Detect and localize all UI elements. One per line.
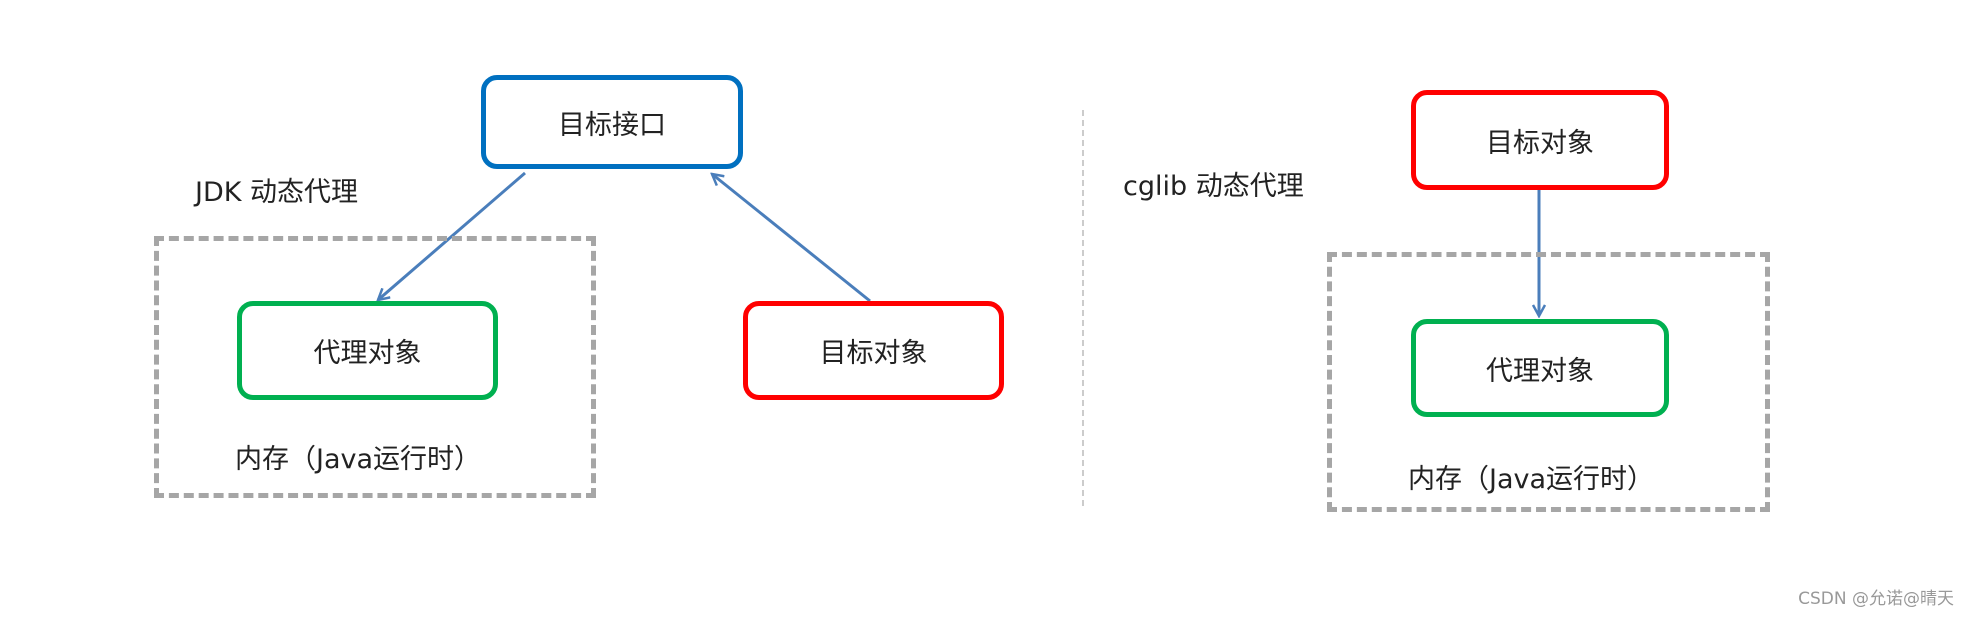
cglib-proxy-object-box: 代理对象	[1411, 319, 1669, 417]
arrow-target-to-interface	[712, 174, 871, 303]
jdk-title: JDK 动态代理	[195, 177, 359, 208]
jdk-memory-label: 内存（Java运行时）	[235, 444, 482, 475]
watermark: CSDN @允诺@晴天	[1798, 589, 1954, 609]
cglib-target-object-box: 目标对象	[1411, 90, 1669, 190]
jdk-target-object-box: 目标对象	[743, 301, 1004, 400]
jdk-proxy-object-box: 代理对象	[237, 301, 498, 400]
cglib-title: cglib 动态代理	[1123, 171, 1304, 202]
cglib-memory-label: 内存（Java运行时）	[1408, 464, 1655, 495]
jdk-target-interface-box: 目标接口	[481, 75, 743, 169]
